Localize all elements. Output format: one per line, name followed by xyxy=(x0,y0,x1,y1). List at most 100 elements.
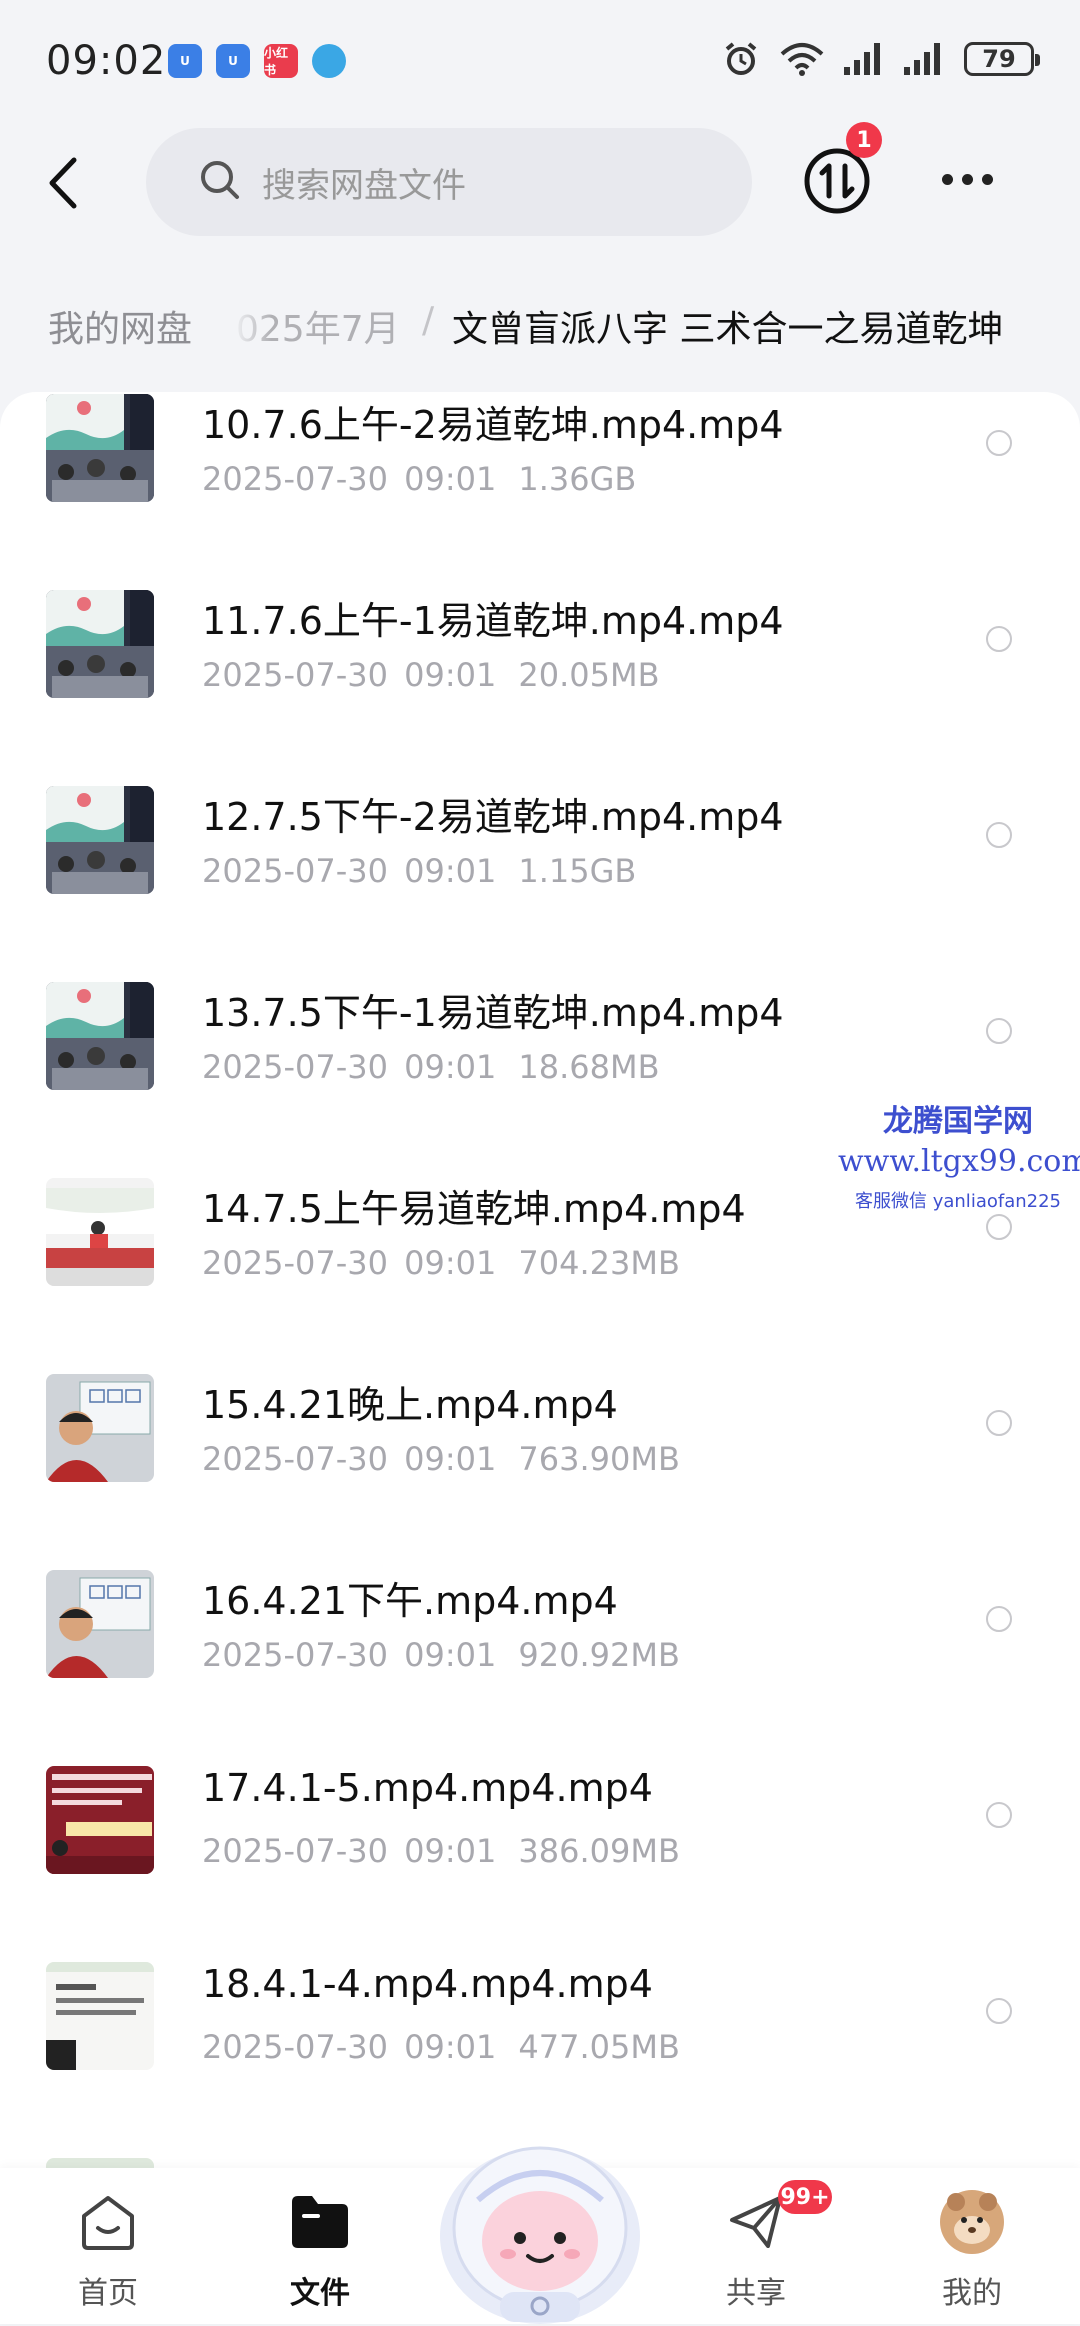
dot-icon xyxy=(942,174,953,185)
status-bar: 09:02 U U 小红书 79 xyxy=(0,0,1080,128)
video-thumbnail xyxy=(46,1178,154,1286)
breadcrumb: 025年7月 我的网盘 / 文曾盲派八字 三术合一之易道乾坤 xyxy=(0,290,1080,370)
select-radio[interactable] xyxy=(986,1802,1012,1828)
file-size: 920.92MB xyxy=(518,1636,680,1674)
select-radio[interactable] xyxy=(986,626,1012,652)
watermark-url: www.ltgx99.com xyxy=(838,1144,1080,1179)
select-radio[interactable] xyxy=(986,1018,1012,1044)
file-date: 2025-07-30 09:01 xyxy=(202,656,497,694)
file-meta: 2025-07-30 09:01 386.09MB xyxy=(202,1832,680,1870)
tab-files-label: 文件 xyxy=(290,2276,350,2311)
share-badge: 99+ xyxy=(778,2180,832,2214)
tab-share-label: 共享 xyxy=(726,2276,786,2311)
file-row[interactable]: 17.4.1-5.mp4.mp4.mp4 2025-07-30 09:01 386.… xyxy=(0,1758,1080,1954)
file-meta: 2025-07-30 09:01 477.05MB xyxy=(202,2028,680,2066)
watermark-title: 龙腾国学网 xyxy=(883,1104,1033,1139)
search-input[interactable]: 搜索网盘文件 xyxy=(146,128,752,236)
file-size: 1.15GB xyxy=(518,852,637,890)
file-name: 14.7.5上午易道乾坤.mp4.mp4 xyxy=(202,1187,746,1231)
select-radio[interactable] xyxy=(986,1214,1012,1240)
select-radio[interactable] xyxy=(986,1410,1012,1436)
file-meta: 2025-07-30 09:01 1.15GB xyxy=(202,852,636,890)
select-radio[interactable] xyxy=(986,1998,1012,2024)
file-size: 1.36GB xyxy=(518,460,637,498)
select-radio[interactable] xyxy=(986,822,1012,848)
file-date: 2025-07-30 09:01 xyxy=(202,460,497,498)
file-size: 704.23MB xyxy=(518,1244,680,1282)
video-thumbnail xyxy=(46,786,154,894)
search-placeholder: 搜索网盘文件 xyxy=(262,166,466,206)
video-thumbnail xyxy=(46,394,154,502)
u-app-icon: U xyxy=(168,44,202,78)
file-name: 17.4.1-5.mp4.mp4.mp4 xyxy=(202,1766,653,1810)
file-size: 763.90MB xyxy=(518,1440,680,1478)
file-date: 2025-07-30 09:01 xyxy=(202,1048,497,1086)
file-size: 18.68MB xyxy=(518,1048,660,1086)
telegram-icon xyxy=(312,44,346,78)
back-arrow-icon[interactable] xyxy=(40,154,90,212)
video-thumbnail xyxy=(46,1570,154,1678)
bottom-nav: 首页 文件 99+ 共享 我的 xyxy=(0,2146,1080,2324)
clock: 09:02 xyxy=(46,38,167,84)
ai-assistant-mascot-icon[interactable] xyxy=(430,2116,650,2326)
signal-icon xyxy=(844,43,880,75)
file-meta: 2025-07-30 09:01 704.23MB xyxy=(202,1244,680,1282)
more-menu-button[interactable] xyxy=(942,174,993,185)
watermark-contact: 客服微信 yanliaofan225 xyxy=(855,1191,1061,1212)
folder-icon xyxy=(292,2196,348,2248)
tab-mine[interactable]: 我的 xyxy=(902,2168,1042,2324)
file-row[interactable]: 16.4.21下午.mp4.mp4 2025-07-30 09:01 920.92M… xyxy=(0,1562,1080,1758)
signal-icon xyxy=(904,43,940,75)
select-radio[interactable] xyxy=(986,1606,1012,1632)
file-date: 2025-07-30 09:01 xyxy=(202,1440,497,1478)
search-icon xyxy=(201,161,239,199)
file-size: 386.09MB xyxy=(518,1832,680,1870)
file-date: 2025-07-30 09:01 xyxy=(202,852,497,890)
notification-icons: U U 小红书 xyxy=(168,44,346,78)
file-row[interactable]: 12.7.5下午-2易道乾坤.mp4.mp4 2025-07-30 09:01 1.… xyxy=(0,778,1080,974)
video-thumbnail xyxy=(46,590,154,698)
alarm-icon xyxy=(725,42,757,75)
wifi-icon xyxy=(780,43,824,76)
file-size: 477.05MB xyxy=(518,2028,680,2066)
breadcrumb-separator: / xyxy=(422,300,435,341)
breadcrumb-item-root[interactable]: 我的网盘 xyxy=(48,300,192,352)
file-name: 10.7.6上午-2易道乾坤.mp4.mp4 xyxy=(202,403,784,447)
watermark: 龙腾国学网 www.ltgx99.com 客服微信 yanliaofan225 xyxy=(838,1096,1080,1213)
file-list: 10.7.6上午-2易道乾坤.mp4.mp4 2025-07-30 09:01 1.… xyxy=(0,392,1080,2172)
file-date: 2025-07-30 09:01 xyxy=(202,1832,497,1870)
file-date: 2025-07-30 09:01 xyxy=(202,1244,497,1282)
file-meta: 2025-07-30 09:01 920.92MB xyxy=(202,1636,680,1674)
tab-home[interactable]: 首页 xyxy=(38,2168,178,2324)
file-row[interactable]: 11.7.6上午-1易道乾坤.mp4.mp4 2025-07-30 09:01 20… xyxy=(0,582,1080,778)
file-row[interactable]: 15.4.21晚上.mp4.mp4 2025-07-30 09:01 763.90M… xyxy=(0,1366,1080,1562)
file-name: 12.7.5下午-2易道乾坤.mp4.mp4 xyxy=(202,795,784,839)
u-app-icon: U xyxy=(216,44,250,78)
file-meta: 2025-07-30 09:01 1.36GB xyxy=(202,460,636,498)
file-meta: 2025-07-30 09:01 763.90MB xyxy=(202,1440,680,1478)
file-name: 16.4.21下午.mp4.mp4 xyxy=(202,1579,618,1623)
file-date: 2025-07-30 09:01 xyxy=(202,2028,497,2066)
transfer-badge: 1 xyxy=(846,122,882,158)
dot-icon xyxy=(982,174,993,185)
system-icons: 79 xyxy=(722,40,1040,78)
file-row[interactable]: 10.7.6上午-2易道乾坤.mp4.mp4 2025-07-30 09:01 1.… xyxy=(0,392,1080,582)
tab-share[interactable]: 99+ 共享 xyxy=(686,2168,832,2324)
file-name: 11.7.6上午-1易道乾坤.mp4.mp4 xyxy=(202,599,784,643)
file-name: 13.7.5下午-1易道乾坤.mp4.mp4 xyxy=(202,991,784,1035)
file-name: 18.4.1-4.mp4.mp4.mp4 xyxy=(202,1962,653,2006)
video-thumbnail xyxy=(46,1766,154,1874)
file-size: 20.05MB xyxy=(518,656,660,694)
file-meta: 2025-07-30 09:01 20.05MB xyxy=(202,656,660,694)
avatar xyxy=(940,2190,1004,2254)
tab-mine-label: 我的 xyxy=(942,2276,1002,2311)
file-meta: 2025-07-30 09:01 18.68MB xyxy=(202,1048,660,1086)
select-radio[interactable] xyxy=(986,430,1012,456)
tab-files[interactable]: 文件 xyxy=(250,2168,390,2324)
video-thumbnail xyxy=(46,1374,154,1482)
video-thumbnail xyxy=(46,1962,154,2070)
dot-icon xyxy=(962,174,973,185)
tab-home-label: 首页 xyxy=(78,2276,138,2311)
xiaohongshu-icon: 小红书 xyxy=(264,44,298,78)
video-thumbnail xyxy=(46,982,154,1090)
